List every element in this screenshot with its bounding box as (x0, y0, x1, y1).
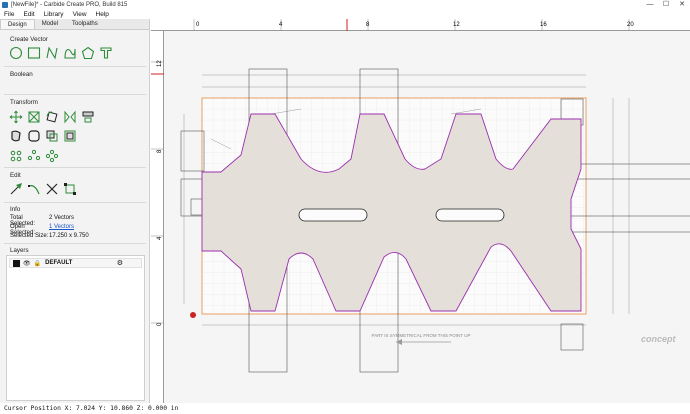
curve-icon[interactable] (63, 46, 77, 60)
menu-edit[interactable]: Edit (23, 11, 34, 18)
rectangle-icon[interactable] (27, 46, 41, 60)
trim-icon[interactable] (45, 182, 59, 196)
title-bar: [NewFile]* - Carbide Create PRO, Build 8… (0, 0, 690, 9)
transform-tools-row-3 (9, 149, 59, 163)
gear-icon[interactable]: ⚙ (117, 259, 123, 267)
rotate-icon[interactable] (45, 110, 59, 124)
visibility-eye-icon[interactable]: 👁 (23, 260, 31, 267)
tab-model[interactable]: Model (35, 19, 65, 29)
polyline-icon[interactable] (45, 46, 59, 60)
edit-tools (9, 182, 77, 196)
offset-icon[interactable] (9, 129, 23, 143)
window-controls: — ☐ ✕ (642, 0, 690, 9)
create-vector-title: Create Vector (10, 36, 48, 43)
minimize-button[interactable]: — (642, 0, 658, 9)
menu-library[interactable]: Library (44, 11, 64, 18)
design-canvas[interactable]: PART IS SYMMETRICAL FROM THIS POINT UP c… (151, 19, 690, 403)
polygon-icon[interactable] (81, 46, 95, 60)
create-vector-tools (9, 46, 113, 60)
menu-help[interactable]: Help (96, 11, 109, 18)
align-icon[interactable] (81, 110, 95, 124)
horizontal-ruler: 0 4 8 12 16 20 (151, 19, 690, 31)
lock-icon[interactable]: 🔒 (34, 260, 41, 267)
menu-file[interactable]: File (4, 11, 14, 18)
app-logo-icon (2, 1, 8, 8)
v-ruler-label-12: 12 (157, 60, 163, 67)
snap-icon[interactable] (63, 182, 77, 196)
close-button[interactable]: ✕ (674, 0, 690, 9)
info-selected-size: Selected Size: 17.250 x 9.750 (10, 233, 89, 239)
origin-marker-icon (190, 312, 196, 318)
ungroup-icon[interactable] (63, 129, 77, 143)
scale-icon[interactable] (27, 110, 41, 124)
circular-array-icon[interactable] (27, 149, 41, 163)
left-panel: Design Model Toolpaths Create Vector Boo… (0, 19, 150, 403)
transform-tools-row-1 (9, 110, 95, 124)
slot-right (435, 208, 505, 222)
edit-title: Edit (10, 172, 21, 179)
group-icon[interactable] (45, 129, 59, 143)
window-title: [NewFile]* - Carbide Create PRO, Build 8… (11, 1, 128, 8)
v-ruler-label-0: 0 (157, 322, 163, 326)
layer-row-default[interactable]: 👁 🔒 DEFAULT ⚙ (9, 258, 142, 268)
h-ruler-label-12: 12 (453, 22, 460, 28)
brand-watermark: concept (641, 334, 677, 344)
panel-tabs: Design Model Toolpaths (0, 19, 149, 30)
layers-list: 👁 🔒 DEFAULT ⚙ (6, 255, 145, 401)
vertical-ruler: 12 8 4 0 (151, 31, 164, 403)
v-ruler-label-4: 4 (157, 236, 163, 240)
symmetry-note: PART IS SYMMETRICAL FROM THIS POINT UP (372, 333, 471, 338)
slot-left (298, 208, 368, 222)
h-ruler-label-4: 4 (279, 22, 283, 28)
tab-design[interactable]: Design (0, 19, 35, 29)
menu-view[interactable]: View (73, 11, 87, 18)
layers-title: Layers (10, 247, 29, 254)
h-ruler-label-16: 16 (540, 22, 547, 28)
mirror-icon[interactable] (63, 110, 77, 124)
move-icon[interactable] (9, 110, 23, 124)
transform-tools-row-2 (9, 129, 77, 143)
h-ruler-label-0: 0 (196, 22, 200, 28)
layer-color-swatch[interactable] (13, 259, 20, 267)
text-icon[interactable] (99, 46, 113, 60)
tab-toolpaths[interactable]: Toolpaths (65, 19, 105, 29)
canvas-drawing[interactable]: PART IS SYMMETRICAL FROM THIS POINT UP c… (151, 19, 690, 403)
boolean-title: Boolean (10, 71, 33, 78)
circle-icon[interactable] (9, 46, 23, 60)
menu-bar: File Edit Library View Help (0, 9, 690, 19)
curve-edit-icon[interactable] (27, 182, 41, 196)
array-icon[interactable] (9, 149, 23, 163)
node-edit-icon[interactable] (9, 182, 23, 196)
h-ruler-label-8: 8 (366, 22, 370, 28)
info-title: Info (10, 206, 21, 213)
transform-title: Transform (10, 99, 38, 106)
v-ruler-label-8: 8 (157, 149, 163, 153)
status-bar: Cursor Position X: 7.024 Y: 10.860 Z: 0.… (0, 403, 690, 414)
fillet-icon[interactable] (27, 129, 41, 143)
maximize-button[interactable]: ☐ (658, 0, 674, 9)
note-arrow-head (396, 339, 402, 345)
layer-name: DEFAULT (45, 260, 73, 266)
h-ruler-label-20: 20 (627, 22, 634, 28)
array-grid-icon[interactable] (45, 149, 59, 163)
